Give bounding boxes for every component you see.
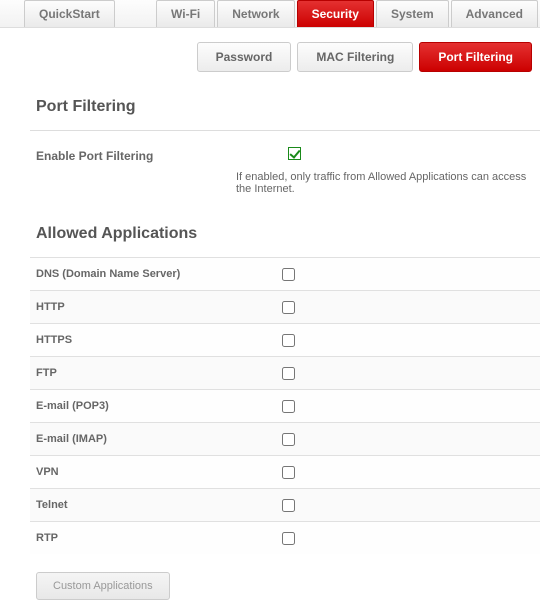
section-title-port-filtering: Port Filtering [36,98,540,116]
app-checkbox[interactable] [282,400,295,413]
app-checkbox[interactable] [282,301,295,314]
subtab-port-filtering[interactable]: Port Filtering [419,42,532,72]
tab-system[interactable]: System [376,0,449,27]
app-checkbox[interactable] [282,499,295,512]
app-name-label: E-mail (IMAP) [30,433,282,445]
app-row: DNS (Domain Name Server) [30,257,540,290]
app-name-label: FTP [30,367,282,379]
app-name-label: HTTPS [30,334,282,346]
tab-advanced[interactable]: Advanced [451,0,538,27]
allowed-applications-list: DNS (Domain Name Server) HTTP HTTPS FTP E-ma… [30,257,540,554]
tab-wifi[interactable]: Wi-Fi [156,0,215,27]
app-checkbox[interactable] [282,334,295,347]
main-tab-bar: QuickStart Wi-Fi Network Security System… [0,0,540,28]
subtab-password[interactable]: Password [197,42,292,72]
app-name-label: DNS (Domain Name Server) [30,268,282,280]
app-row: HTTP [30,290,540,323]
content-area: Port Filtering Enable Port Filtering If … [0,86,540,600]
app-checkbox[interactable] [282,268,295,281]
app-row: RTP [30,521,540,554]
app-checkbox[interactable] [282,433,295,446]
app-name-label: HTTP [30,301,282,313]
app-row: VPN [30,455,540,488]
enable-port-filtering-description: If enabled, only traffic from Allowed Ap… [236,171,540,195]
section-title-allowed-applications: Allowed Applications [36,225,540,243]
subtab-mac-filtering[interactable]: MAC Filtering [297,42,413,72]
app-row: HTTPS [30,323,540,356]
app-name-label: VPN [30,466,282,478]
enable-port-filtering-row: Enable Port Filtering If enabled, only t… [36,147,540,195]
app-row: E-mail (IMAP) [30,422,540,455]
tab-network[interactable]: Network [217,0,294,27]
sub-tab-bar: Password MAC Filtering Port Filtering [0,28,540,86]
app-row: E-mail (POP3) [30,389,540,422]
app-name-label: RTP [30,532,282,544]
app-checkbox[interactable] [282,367,295,380]
tab-quickstart[interactable]: QuickStart [24,0,115,27]
divider [30,130,540,131]
enable-port-filtering-checkbox[interactable] [288,147,301,160]
app-name-label: Telnet [30,499,282,511]
custom-applications-button[interactable]: Custom Applications [36,572,170,600]
tab-security[interactable]: Security [297,0,374,27]
enable-port-filtering-label: Enable Port Filtering [36,147,236,163]
app-checkbox[interactable] [282,532,295,545]
app-row: FTP [30,356,540,389]
app-name-label: E-mail (POP3) [30,400,282,412]
app-checkbox[interactable] [282,466,295,479]
app-row: Telnet [30,488,540,521]
